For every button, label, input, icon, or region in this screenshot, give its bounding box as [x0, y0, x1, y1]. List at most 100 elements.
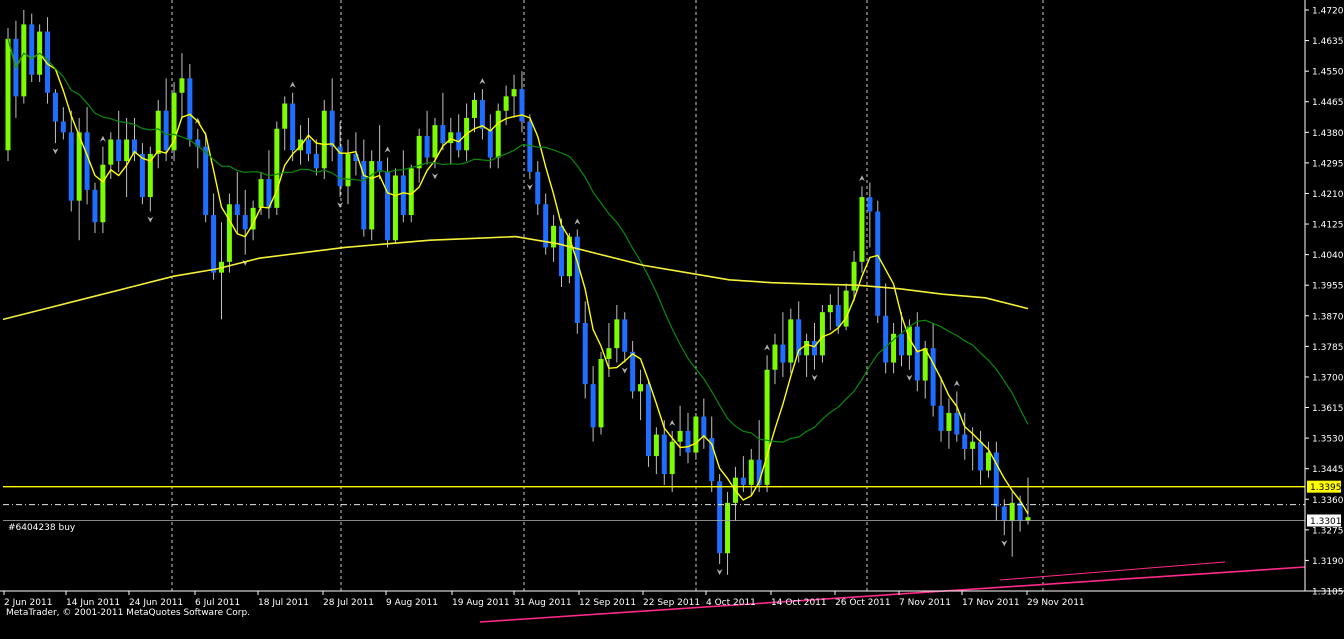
bear-candle: [582, 322, 588, 385]
bear-candle: [835, 304, 841, 327]
bear-candle: [930, 348, 936, 406]
bear-candle: [685, 430, 691, 453]
bear-candle: [1017, 502, 1023, 521]
bear-candle: [305, 139, 311, 154]
bear-candle: [914, 326, 920, 381]
bear-candle: [290, 103, 296, 151]
bear-candle: [211, 215, 217, 273]
bear-candle: [313, 153, 319, 169]
order-label: #6404238 buy: [8, 523, 76, 533]
bull-candle: [472, 99, 478, 118]
bear-candle: [519, 89, 525, 122]
y-tick-label: 1.3530: [1312, 435, 1344, 445]
x-tick-label: 28 Jul 2011: [323, 598, 374, 608]
x-tick-label: 19 Aug 2011: [452, 598, 510, 608]
bear-candle: [875, 211, 881, 316]
bull-candle: [653, 434, 659, 457]
bear-candle: [385, 171, 391, 241]
bear-candle: [329, 110, 335, 147]
bull-candle: [970, 441, 976, 449]
bear-candle: [527, 121, 533, 172]
x-tick-label: 26 Oct 2011: [835, 598, 891, 608]
bull-candle: [748, 459, 754, 485]
bear-candle: [740, 477, 746, 485]
bear-candle: [535, 171, 541, 205]
y-tick-label: 1.3445: [1312, 465, 1344, 475]
bull-candle: [669, 441, 675, 475]
bull-candle: [369, 161, 375, 230]
bull-candle: [677, 430, 683, 442]
y-tick-label: 1.4720: [1312, 7, 1344, 17]
x-tick-label: 6 Jul 2011: [195, 598, 240, 608]
bull-candle: [408, 168, 414, 216]
bull-candle: [1009, 502, 1015, 521]
bull-candle: [772, 344, 778, 370]
bear-candle: [717, 481, 723, 554]
bull-candle: [392, 175, 398, 241]
x-tick-label: 31 Aug 2011: [514, 598, 572, 608]
x-tick-label: 14 Jun 2011: [66, 598, 120, 608]
bear-candle: [52, 92, 58, 122]
y-tick-label: 1.3275: [1312, 526, 1344, 536]
bull-candle: [226, 204, 232, 262]
y-tick-label: 1.4040: [1312, 251, 1344, 261]
bull-candle: [764, 369, 770, 485]
bear-candle: [203, 146, 209, 216]
copyright-label: MetaTrader, © 2001-2011 MetaQuotes Softw…: [6, 608, 250, 618]
bull-candle: [21, 24, 27, 97]
level-price-tag: 1.3395: [1310, 483, 1342, 493]
bull-candle: [503, 96, 509, 111]
y-tick-label: 1.3700: [1312, 373, 1344, 383]
x-tick-label: 7 Nov 2011: [899, 598, 951, 608]
y-tick-label: 1.3615: [1312, 404, 1344, 414]
bull-candle: [606, 348, 612, 359]
bull-candle: [495, 110, 501, 158]
bear-candle: [479, 99, 485, 129]
y-tick-label: 1.4380: [1312, 129, 1344, 139]
x-tick-label: 18 Jul 2011: [258, 598, 309, 608]
bull-candle: [321, 110, 327, 169]
bull-candle: [432, 125, 438, 158]
y-tick-label: 1.4465: [1312, 98, 1344, 108]
x-tick-label: 17 Nov 2011: [962, 598, 1020, 608]
x-tick-label: 29 Nov 2011: [1027, 598, 1085, 608]
bull-candle: [108, 139, 114, 165]
bear-candle: [234, 204, 240, 216]
y-tick-label: 1.3105: [1312, 588, 1344, 598]
y-tick-label: 1.3190: [1312, 557, 1344, 567]
bull-candle: [819, 312, 825, 356]
bear-candle: [661, 434, 667, 475]
price-chart[interactable]: 1.4720 1.4635 1.4550 1.4465 1.4380 1.4295 1.42…: [0, 0, 1344, 639]
bear-candle: [701, 416, 707, 439]
bull-candle: [76, 132, 82, 201]
bear-candle: [978, 441, 984, 471]
bull-candle: [693, 416, 699, 453]
y-tick-label: 1.4210: [1312, 190, 1344, 200]
bear-candle: [962, 434, 968, 449]
y-tick-label: 1.4550: [1312, 68, 1344, 78]
y-tick-label: 1.3785: [1312, 343, 1344, 353]
bull-candle: [598, 358, 604, 428]
bear-candle: [487, 128, 493, 158]
bull-candle: [155, 110, 161, 154]
x-tick-label: 14 Oct 2011: [771, 598, 827, 608]
x-tick-label: 2 Jun 2011: [4, 598, 52, 608]
y-tick-label: 1.4635: [1312, 37, 1344, 47]
bull-candle: [946, 412, 952, 431]
bear-candle: [1001, 506, 1007, 521]
bull-candle: [985, 452, 991, 471]
bull-candle: [416, 135, 422, 169]
y-tick-label: 1.4125: [1312, 221, 1344, 231]
y-tick-label: 1.3955: [1312, 282, 1344, 292]
bear-candle: [630, 351, 636, 392]
bear-candle: [68, 132, 74, 201]
bull-candle: [788, 319, 794, 363]
bear-candle: [558, 225, 564, 277]
bear-candle: [60, 121, 66, 133]
x-tick-label: 22 Sep 2011: [643, 598, 700, 608]
bull-candle: [282, 103, 288, 129]
bull-candle: [851, 261, 857, 291]
bull-candle: [827, 304, 833, 313]
bear-candle: [163, 110, 169, 151]
bear-candle: [898, 333, 904, 356]
